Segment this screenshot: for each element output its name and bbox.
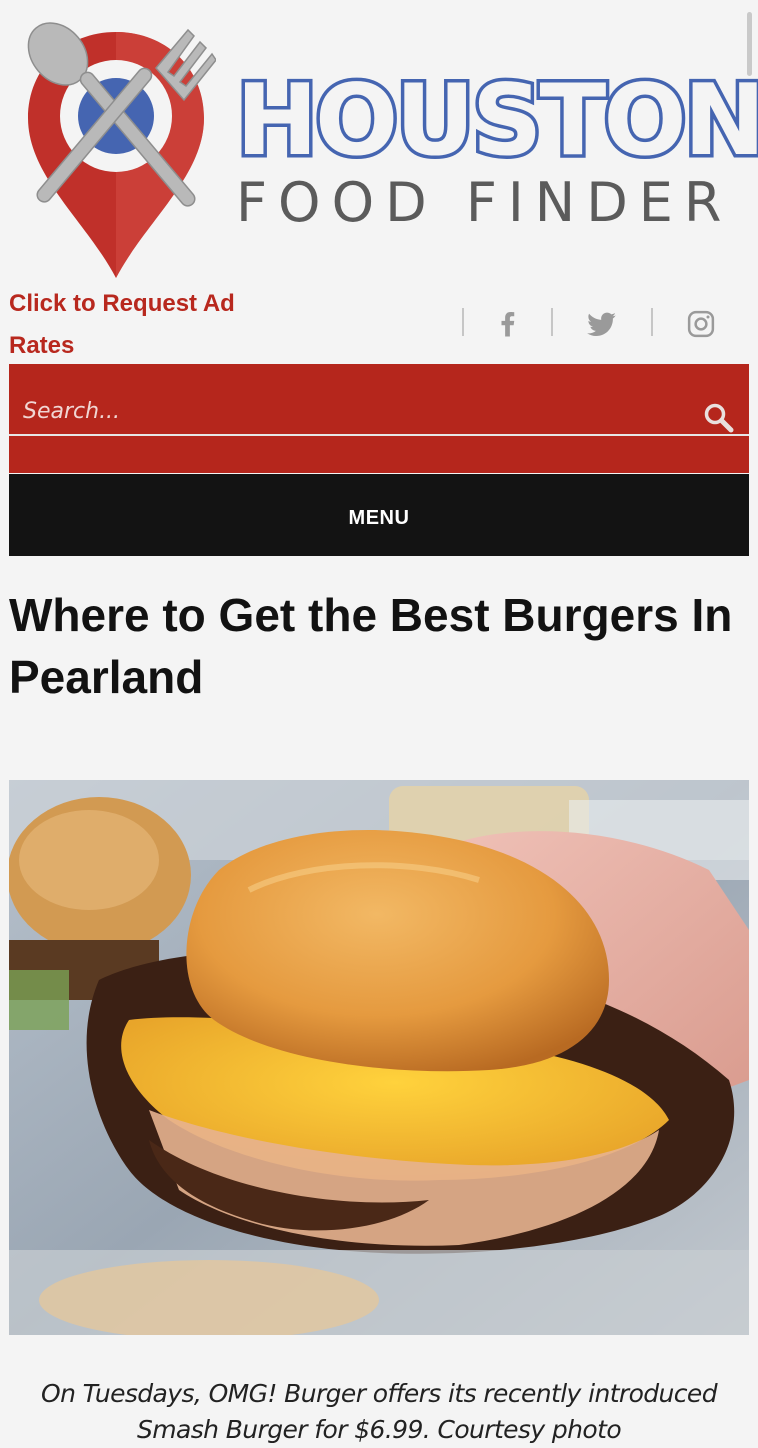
social-links <box>460 305 740 341</box>
logo-title: HOUSTON <box>233 64 758 178</box>
site-logo[interactable]: HOUSTON FOOD FINDER <box>8 16 758 278</box>
image-caption: On Tuesdays, OMG! Burger offers its rece… <box>41 1379 718 1444</box>
facebook-icon[interactable] <box>493 309 523 339</box>
article-title: Where to Get the Best Burgers In Pearlan… <box>9 589 733 703</box>
divider <box>651 308 653 336</box>
logo-subtitle: FOOD FINDER <box>236 171 733 234</box>
request-ad-rates-link[interactable]: Click to Request Ad Rates <box>9 283 259 367</box>
search-bar <box>9 364 749 473</box>
instagram-icon[interactable] <box>686 309 716 339</box>
divider <box>462 308 464 336</box>
pin-fork-spoon-logo-icon <box>27 22 216 278</box>
divider <box>551 308 553 336</box>
burger-photo <box>9 780 749 1335</box>
twitter-icon[interactable] <box>587 309 617 339</box>
search-input[interactable] <box>9 388 749 436</box>
search-icon[interactable] <box>701 400 737 436</box>
menu-button[interactable]: MENU <box>9 474 749 556</box>
